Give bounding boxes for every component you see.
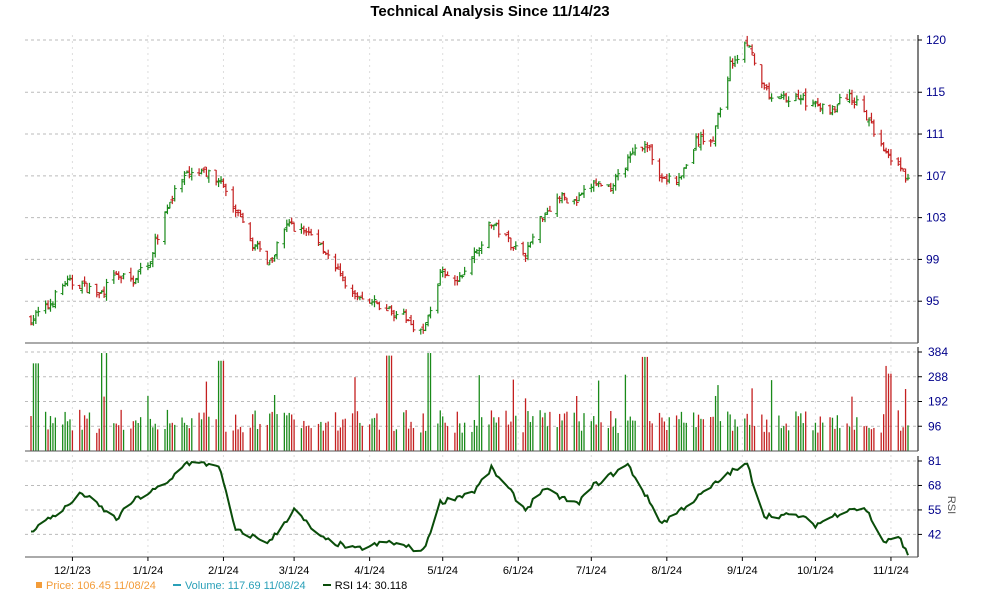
legend-volume: Volume: 117.69 11/08/24 xyxy=(172,580,306,592)
volume-swatch-icon xyxy=(172,584,181,586)
volume-tick-label: 192 xyxy=(928,395,948,409)
price-tick-label: 120 xyxy=(926,33,946,47)
rsi-tick-label: 55 xyxy=(928,503,942,517)
legend-price: Price: 106.45 11/08/24 xyxy=(36,580,156,592)
x-tick-label: 3/1/24 xyxy=(279,565,310,577)
legend-rsi-text: RSI 14: 30.118 xyxy=(334,580,408,592)
volume-tick-label: 288 xyxy=(928,370,948,384)
x-tick-label: 12/1/23 xyxy=(54,565,91,577)
price-panel xyxy=(29,35,910,335)
rsi-tick-label: 81 xyxy=(928,454,942,468)
rsi-tick-label: 68 xyxy=(928,478,942,492)
legend-price-text: Price: 106.45 11/08/24 xyxy=(46,580,156,592)
x-tick-label: 1/1/24 xyxy=(133,565,164,577)
x-tick-label: 9/1/24 xyxy=(727,565,758,577)
x-tick-label: 5/1/24 xyxy=(427,565,458,577)
x-tick-label: 2/1/24 xyxy=(208,565,239,577)
price-tick-label: 107 xyxy=(926,169,946,183)
x-tick-label: 10/1/24 xyxy=(797,565,834,577)
x-tick-label: 4/1/24 xyxy=(354,565,385,577)
price-tick-label: 115 xyxy=(926,85,945,99)
volume-panel xyxy=(30,353,909,451)
price-tick-label: 95 xyxy=(926,294,940,308)
price-tick-label: 111 xyxy=(926,127,945,141)
x-tick-label: 6/1/24 xyxy=(503,565,534,577)
x-tick-label: 7/1/24 xyxy=(576,565,607,577)
volume-tick-label: 384 xyxy=(928,345,948,359)
chart-title: Technical Analysis Since 11/14/23 xyxy=(370,3,609,20)
legend: Price: 106.45 11/08/24 Volume: 117.69 11… xyxy=(36,580,421,592)
rsi-axis-label: RSI xyxy=(945,496,957,514)
grid-layer xyxy=(25,35,918,557)
price-tick-label: 99 xyxy=(926,252,940,266)
volume-tick-label: 96 xyxy=(928,419,942,433)
price-tick-label: 103 xyxy=(926,211,946,225)
price-swatch-icon xyxy=(36,582,42,588)
rsi-swatch-icon xyxy=(322,584,331,586)
rsi-panel xyxy=(30,460,909,556)
chart-canvas: Technical Analysis Since 11/14/23 95 99 10… xyxy=(25,3,957,577)
axis-layer: 95 99 103 107 111 115 120 96 192 288 384 42 55 68 81 RS… xyxy=(25,33,957,577)
legend-volume-text: Volume: 117.69 11/08/24 xyxy=(184,580,306,592)
legend-rsi: RSI 14: 30.118 xyxy=(322,580,408,592)
x-tick-label: 11/1/24 xyxy=(873,565,909,577)
rsi-tick-label: 42 xyxy=(928,527,942,541)
x-tick-label: 8/1/24 xyxy=(652,565,683,577)
rsi-line xyxy=(30,460,909,556)
